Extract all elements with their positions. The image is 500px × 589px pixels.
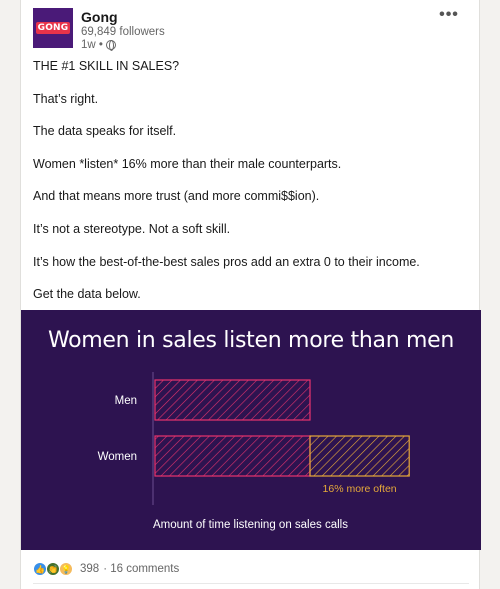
- post-paragraph: THE #1 SKILL IN SALES?: [33, 59, 180, 73]
- post-paragraph: And that means more trust (and more comm…: [33, 189, 320, 204]
- bar-men: [154, 379, 311, 421]
- reactions-bar[interactable]: 👍 👏 💡 398 · 16 comments: [33, 560, 179, 578]
- bar-extra-women: [309, 435, 410, 477]
- post-body: THE #1 SKILL IN SALES? That’s right. The…: [33, 58, 469, 319]
- divider: [33, 583, 469, 584]
- insightful-icon: 💡: [59, 562, 73, 576]
- author-name[interactable]: Gong: [81, 9, 118, 25]
- globe-icon: [105, 40, 116, 51]
- like-icon: 👍: [33, 562, 47, 576]
- more-options-button[interactable]: •••: [435, 7, 463, 28]
- post-meta: 1w •: [81, 39, 116, 51]
- logo-wordmark: GONG: [35, 22, 71, 34]
- reaction-count[interactable]: 398: [80, 563, 99, 575]
- bar-women: [154, 435, 311, 477]
- post-paragraph: Get the data below.: [33, 287, 141, 302]
- post-paragraph: The data speaks for itself.: [33, 124, 177, 139]
- follower-count: 69,849 followers: [81, 26, 165, 38]
- celebrate-icon: 👏: [46, 562, 60, 576]
- post-header: GONG Gong 69,849 followers 1w • •••: [33, 7, 463, 52]
- post-time: 1w •: [81, 39, 103, 51]
- bar-chart: Amount of time listening on sales calls …: [98, 372, 410, 531]
- post-paragraph: It’s how the best-of-the-best sales pros…: [33, 254, 420, 269]
- post-paragraph: That’s right.: [33, 91, 99, 106]
- category-label: Men: [115, 395, 137, 407]
- comments-count[interactable]: · 16 comments: [103, 563, 179, 575]
- category-label: Women: [98, 451, 137, 463]
- annotation-label: 16% more often: [323, 483, 397, 495]
- post-card: GONG Gong 69,849 followers 1w • ••• THE …: [20, 0, 481, 589]
- post-paragraph: It’s not a stereotype. Not a soft skill.: [33, 221, 231, 236]
- x-axis-label: Amount of time listening on sales calls: [153, 519, 348, 531]
- post-paragraph: Women *listen* 16% more than their male …: [33, 156, 342, 171]
- company-logo[interactable]: GONG: [33, 8, 73, 48]
- post-image[interactable]: Women in sales listen more than men Amou…: [21, 310, 481, 550]
